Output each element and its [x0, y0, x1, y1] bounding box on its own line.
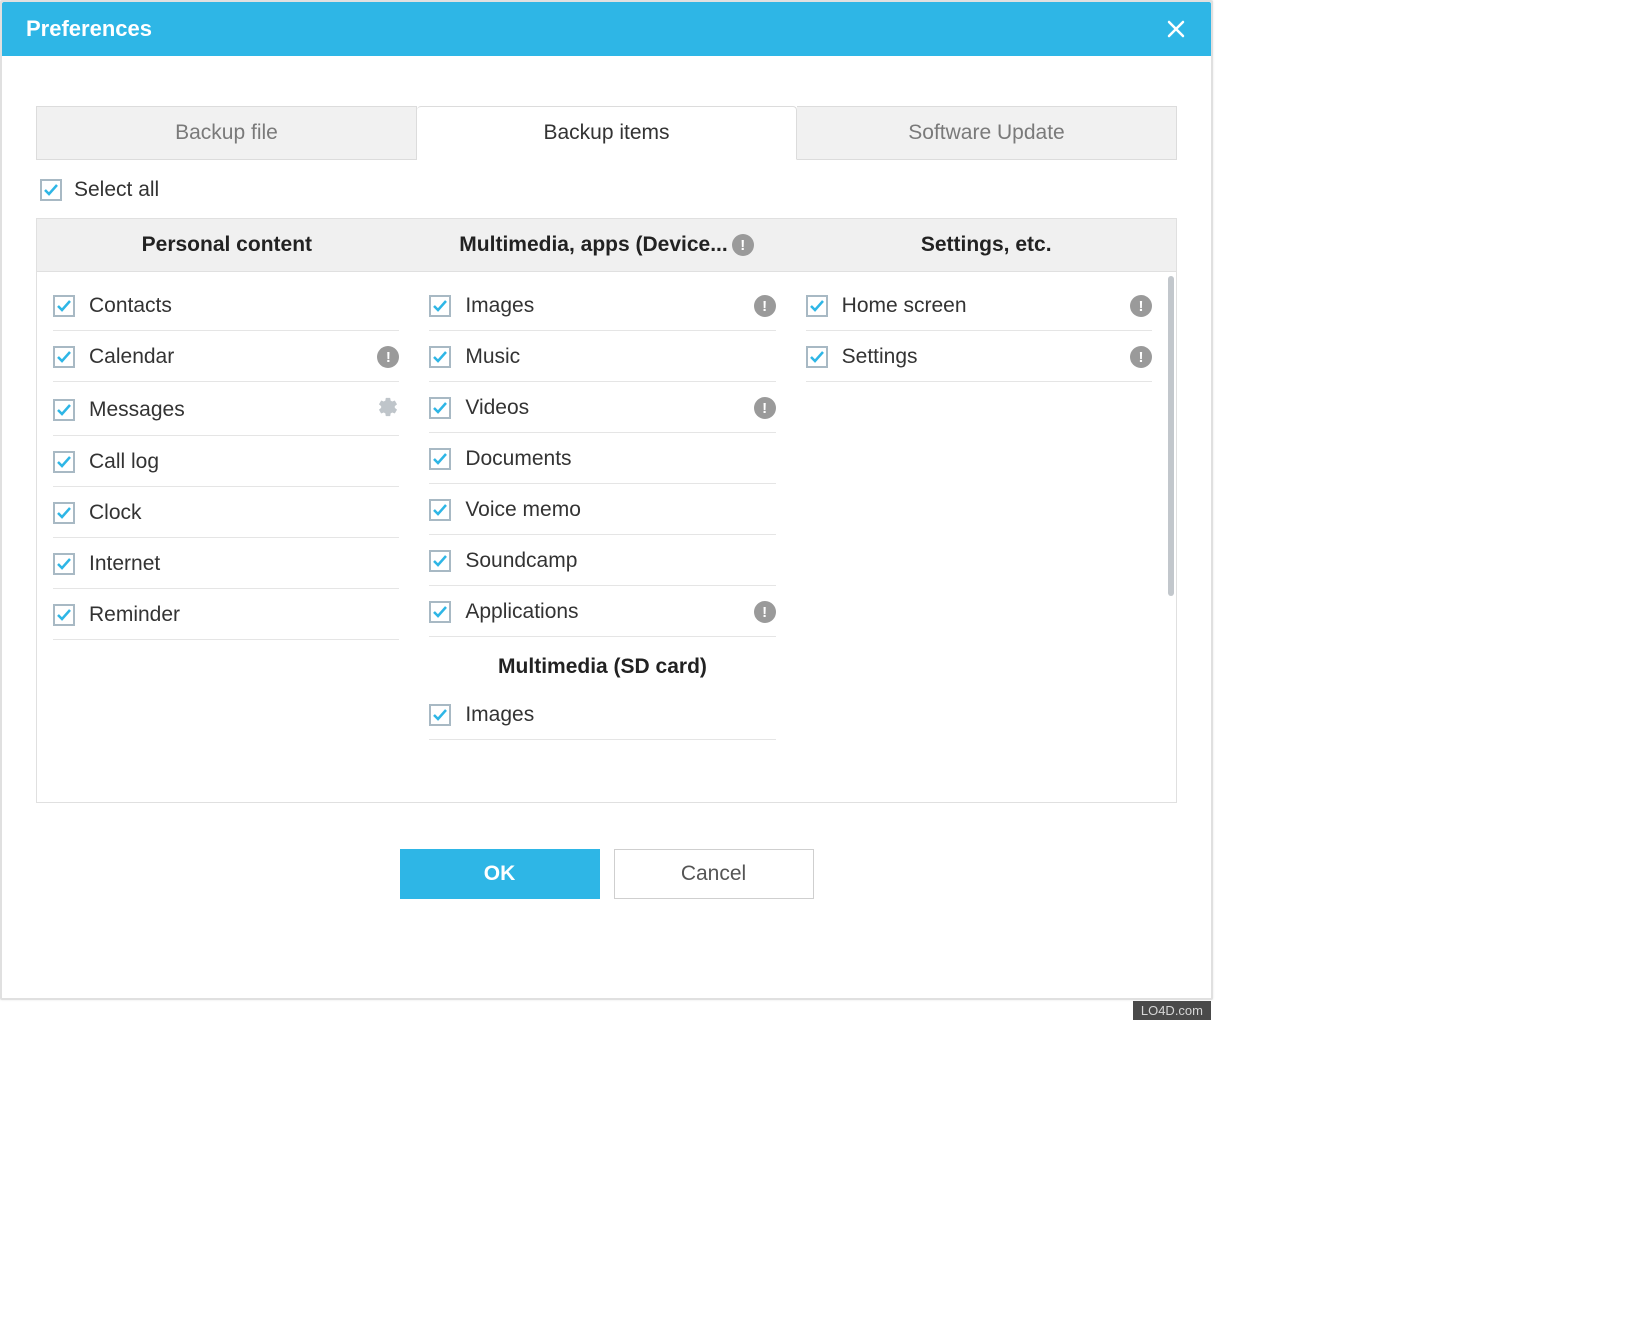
- column-headers: Personal content Multimedia, apps (Devic…: [37, 219, 1176, 272]
- item-label: Internet: [89, 552, 399, 576]
- column-header-settings: Settings, etc.: [796, 219, 1176, 271]
- watermark: LO4D.com: [1133, 1001, 1211, 1020]
- column-settings: Home screen!Settings!: [790, 272, 1166, 802]
- item-label: Voice memo: [465, 498, 775, 522]
- item-checkbox[interactable]: [53, 346, 75, 368]
- tab-software-update[interactable]: Software Update: [797, 106, 1177, 160]
- info-icon[interactable]: !: [732, 234, 754, 256]
- tab-backup-items[interactable]: Backup items: [417, 106, 797, 160]
- dialog-footer: OK Cancel: [2, 823, 1211, 919]
- column-personal: Contacts Calendar! Messages Call log Clock In…: [37, 272, 413, 802]
- list-item: Clock: [53, 487, 399, 538]
- list-item: Applications!: [429, 586, 775, 637]
- list-item: Documents: [429, 433, 775, 484]
- column-header-multimedia: Multimedia, apps (Device... !: [417, 219, 797, 271]
- list-item: Voice memo: [429, 484, 775, 535]
- item-label: Messages: [89, 398, 363, 422]
- item-checkbox[interactable]: [429, 499, 451, 521]
- list-item: Calendar!: [53, 331, 399, 382]
- preferences-dialog: Preferences Backup fileBackup itemsSoftw…: [0, 0, 1213, 1000]
- item-label: Contacts: [89, 294, 399, 318]
- item-label: Music: [465, 345, 775, 369]
- item-checkbox[interactable]: [53, 502, 75, 524]
- item-checkbox[interactable]: [53, 295, 75, 317]
- item-label: Reminder: [89, 603, 399, 627]
- scrollbar[interactable]: [1166, 272, 1176, 802]
- close-icon[interactable]: [1159, 12, 1193, 46]
- column-header-label: Multimedia, apps (Device...: [459, 233, 727, 257]
- item-checkbox[interactable]: [429, 448, 451, 470]
- select-all-checkbox[interactable]: [40, 179, 62, 201]
- list-item: Internet: [53, 538, 399, 589]
- list-item: Soundcamp: [429, 535, 775, 586]
- item-checkbox[interactable]: [53, 604, 75, 626]
- column-header-label: Settings, etc.: [921, 233, 1052, 257]
- list-item: Reminder: [53, 589, 399, 640]
- info-icon[interactable]: !: [754, 397, 776, 419]
- ok-button[interactable]: OK: [400, 849, 600, 899]
- item-checkbox[interactable]: [429, 601, 451, 623]
- list-item: Settings!: [806, 331, 1152, 382]
- item-checkbox[interactable]: [429, 704, 451, 726]
- item-label: Call log: [89, 450, 399, 474]
- item-checkbox[interactable]: [53, 553, 75, 575]
- scrollbar-thumb[interactable]: [1168, 276, 1174, 596]
- item-checkbox[interactable]: [806, 295, 828, 317]
- info-icon[interactable]: !: [754, 295, 776, 317]
- item-label: Documents: [465, 447, 775, 471]
- info-icon[interactable]: !: [1130, 295, 1152, 317]
- item-label: Home screen: [842, 294, 1116, 318]
- info-icon[interactable]: !: [377, 346, 399, 368]
- dialog-body: Backup fileBackup itemsSoftware Update S…: [2, 56, 1211, 823]
- tab-backup-file[interactable]: Backup file: [36, 106, 417, 160]
- item-checkbox[interactable]: [429, 346, 451, 368]
- list-item: Images!: [429, 280, 775, 331]
- item-checkbox[interactable]: [53, 399, 75, 421]
- item-label: Images: [465, 294, 739, 318]
- select-all-label: Select all: [74, 178, 159, 202]
- item-label: Clock: [89, 501, 399, 525]
- tabs-bar: Backup fileBackup itemsSoftware Update: [36, 106, 1177, 160]
- list-item: Messages: [53, 382, 399, 436]
- column-header-label: Personal content: [142, 233, 312, 257]
- dialog-title: Preferences: [26, 16, 152, 42]
- item-label: Soundcamp: [465, 549, 775, 573]
- item-label: Applications: [465, 600, 739, 624]
- cancel-button[interactable]: Cancel: [614, 849, 814, 899]
- item-label: Calendar: [89, 345, 363, 369]
- item-label: Videos: [465, 396, 739, 420]
- list-item: Call log: [53, 436, 399, 487]
- list-item: Videos!: [429, 382, 775, 433]
- item-checkbox[interactable]: [806, 346, 828, 368]
- item-checkbox[interactable]: [429, 550, 451, 572]
- backup-items-panel: Personal content Multimedia, apps (Devic…: [36, 218, 1177, 803]
- info-icon[interactable]: !: [754, 601, 776, 623]
- list-item: Images: [429, 689, 775, 740]
- column-multimedia: Images! Music Videos! Documents Voice memo So…: [413, 272, 789, 802]
- subheader-sd-card: Multimedia (SD card): [429, 637, 775, 689]
- list-item: Home screen!: [806, 280, 1152, 331]
- info-icon[interactable]: !: [1130, 346, 1152, 368]
- dialog-titlebar: Preferences: [2, 2, 1211, 56]
- item-label: Settings: [842, 345, 1116, 369]
- select-all-row: Select all: [36, 160, 1177, 218]
- column-header-personal: Personal content: [37, 219, 417, 271]
- item-checkbox[interactable]: [429, 295, 451, 317]
- list-item: Music: [429, 331, 775, 382]
- item-checkbox[interactable]: [53, 451, 75, 473]
- gear-icon[interactable]: [377, 396, 399, 423]
- item-checkbox[interactable]: [429, 397, 451, 419]
- item-label: Images: [465, 703, 775, 727]
- list-item: Contacts: [53, 280, 399, 331]
